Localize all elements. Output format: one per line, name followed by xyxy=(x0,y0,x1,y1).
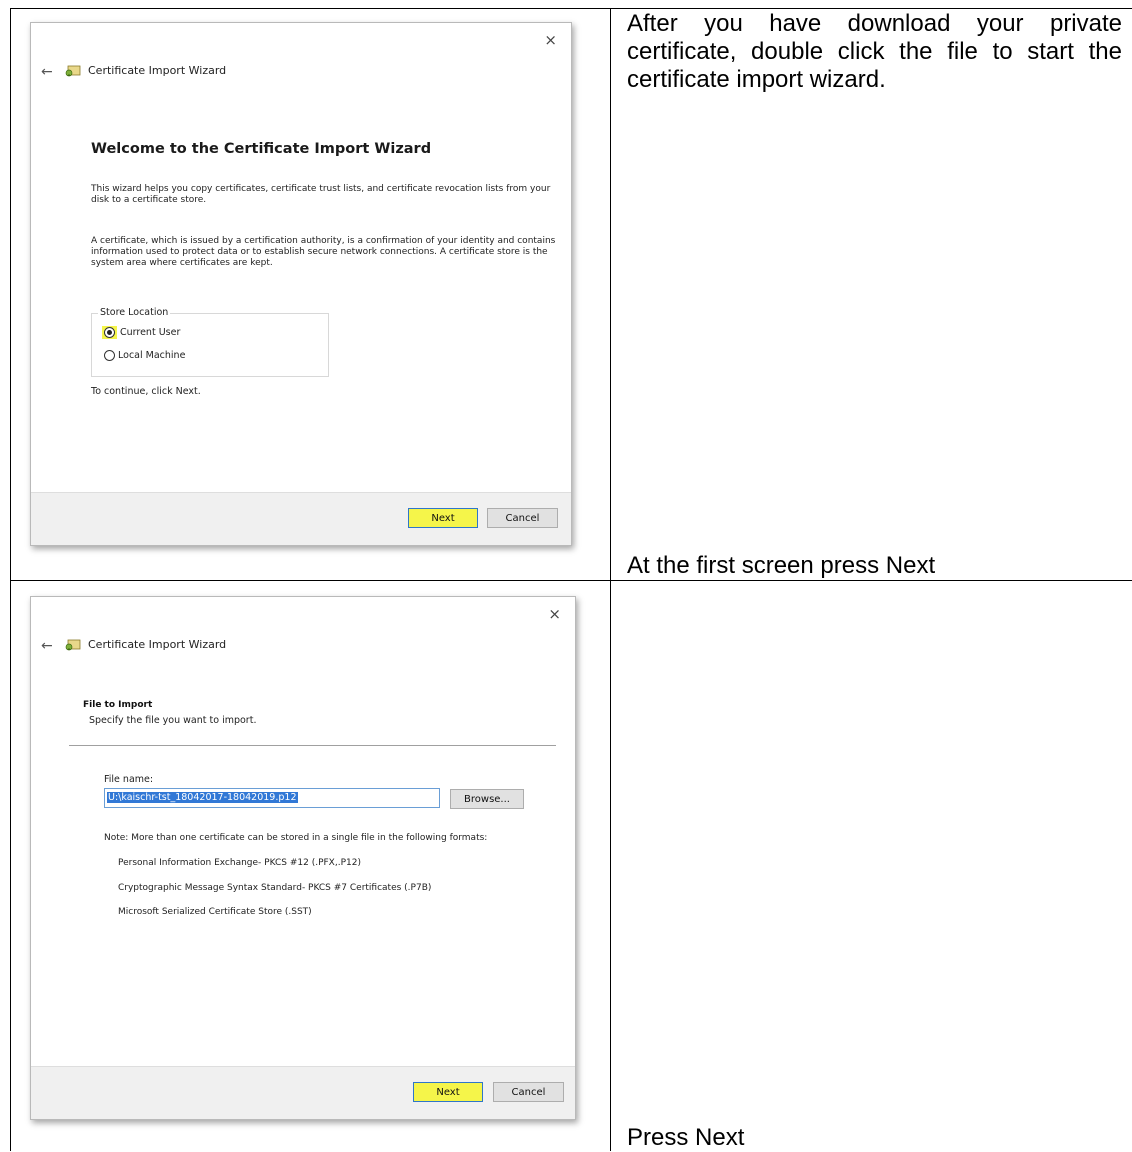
instruction-first-screen: At the first screen press Next xyxy=(627,552,936,579)
radio-local-machine[interactable]: Local Machine xyxy=(104,350,185,361)
certificate-icon xyxy=(65,65,81,77)
table-border-top xyxy=(10,8,1132,9)
certificate-icon xyxy=(65,639,81,651)
browse-button[interactable]: Browse... xyxy=(450,789,524,809)
file-name-label: File name: xyxy=(104,774,154,785)
cancel-button[interactable]: Cancel xyxy=(493,1082,564,1102)
cancel-button[interactable]: Cancel xyxy=(487,508,558,528)
dialog-footer: Next Cancel xyxy=(31,492,571,545)
section-title: File to Import xyxy=(83,700,153,710)
file-to-import-dialog: × ← Certificate Import Wizard File to Im… xyxy=(30,596,576,1120)
format-item: Microsoft Serialized Certificate Store (… xyxy=(118,907,312,917)
store-location-legend: Store Location xyxy=(98,307,171,318)
certificate-explanation: A certificate, which is issued by a cert… xyxy=(91,236,556,268)
table-column-divider xyxy=(610,8,611,1151)
welcome-heading: Welcome to the Certificate Import Wizard xyxy=(91,141,432,157)
close-icon[interactable]: × xyxy=(544,33,557,48)
radio-local-machine-label: Local Machine xyxy=(118,350,186,361)
welcome-dialog: × ← Certificate Import Wizard Welcome to… xyxy=(30,22,572,546)
radio-current-user-label: Current User xyxy=(120,327,181,338)
wizard-title: Certificate Import Wizard xyxy=(88,638,227,651)
radio-selected-icon[interactable] xyxy=(104,327,115,338)
instruction-press-next: Press Next xyxy=(627,1124,745,1151)
file-name-value: U:\kaischr-tst_18042017-18042019.p12 xyxy=(107,792,298,803)
continue-text: To continue, click Next. xyxy=(91,386,201,397)
close-icon[interactable]: × xyxy=(548,607,561,622)
wizard-title: Certificate Import Wizard xyxy=(88,64,227,77)
table-row-divider xyxy=(10,580,1132,581)
instruction-start-wizard: After you have download your private cer… xyxy=(627,10,1122,93)
header-separator xyxy=(69,745,556,746)
radio-unselected-icon[interactable] xyxy=(104,350,115,361)
format-item: Cryptographic Message Syntax Standard- P… xyxy=(118,883,432,893)
format-item: Personal Information Exchange- PKCS #12 … xyxy=(118,858,361,868)
formats-note: Note: More than one certificate can be s… xyxy=(104,833,488,843)
section-subtitle: Specify the file you want to import. xyxy=(89,715,257,726)
intro-paragraph: This wizard helps you copy certificates,… xyxy=(91,184,551,205)
next-button[interactable]: Next xyxy=(408,508,478,528)
dialog-footer: Next Cancel xyxy=(31,1066,575,1119)
radio-current-user[interactable]: Current User xyxy=(102,326,180,339)
table-border-left xyxy=(10,8,11,1151)
back-arrow-icon[interactable]: ← xyxy=(41,64,53,80)
back-arrow-icon[interactable]: ← xyxy=(41,638,53,654)
next-button[interactable]: Next xyxy=(413,1082,483,1102)
store-location-group: Store Location Current User Local Machin… xyxy=(91,307,329,377)
file-name-input[interactable]: U:\kaischr-tst_18042017-18042019.p12 xyxy=(104,788,440,808)
